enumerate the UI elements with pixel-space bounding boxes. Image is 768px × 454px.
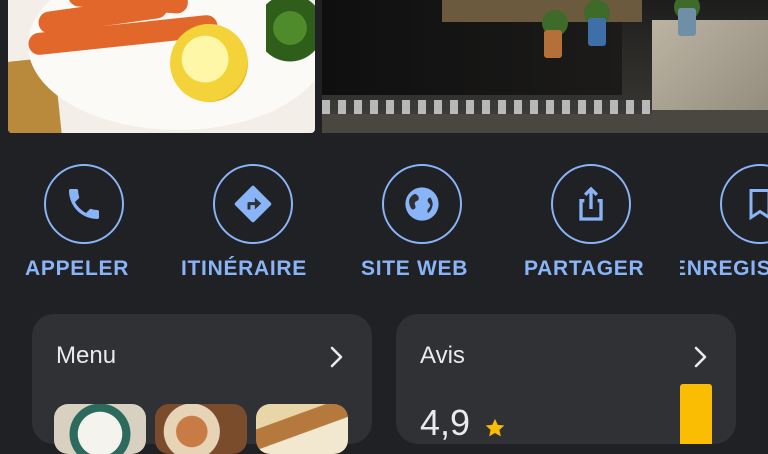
call-button[interactable]: APPELER — [0, 160, 170, 285]
share-label: PARTAGER — [524, 257, 645, 280]
reviews-card-title: Avis — [420, 342, 465, 369]
chevron-right-icon — [692, 345, 710, 374]
directions-label: ITINÉRAIRE — [181, 257, 308, 280]
menu-card[interactable]: Menu — [32, 314, 372, 454]
website-label: SITE WEB — [361, 257, 469, 280]
rating-value: 4,9 — [420, 402, 470, 444]
save-label: ENREGIS — [680, 257, 768, 280]
rating-bar — [680, 384, 712, 444]
menu-thumbnail[interactable] — [155, 404, 247, 454]
menu-thumbnail[interactable] — [54, 404, 146, 454]
website-button[interactable]: SITE WEB — [340, 160, 510, 285]
globe-icon — [382, 164, 462, 244]
menu-thumbnail[interactable] — [256, 404, 348, 454]
share-icon — [551, 164, 631, 244]
photo-gallery — [0, 0, 768, 133]
save-button[interactable]: ENREGIS — [680, 160, 768, 285]
action-bar: APPELER ITINÉRAIRE SITE WEB PARTAGER ENR… — [0, 160, 768, 290]
share-button[interactable]: PARTAGER — [510, 160, 680, 285]
menu-card-title: Menu — [56, 342, 117, 369]
directions-button[interactable]: ITINÉRAIRE — [170, 160, 340, 285]
star-icon — [484, 417, 506, 444]
directions-icon — [213, 164, 293, 244]
rating-number: 4,9 — [420, 402, 471, 443]
call-label: APPELER — [25, 257, 130, 280]
chevron-right-icon — [328, 345, 346, 374]
bookmark-icon — [720, 164, 768, 244]
food-photo[interactable] — [8, 0, 315, 133]
terrace-photo[interactable] — [322, 0, 768, 133]
phone-icon — [44, 164, 124, 244]
